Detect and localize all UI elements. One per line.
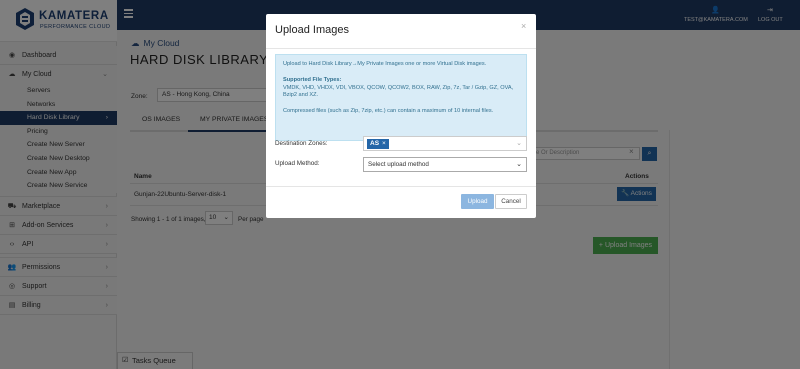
cancel-button[interactable]: Cancel: [495, 194, 527, 209]
zone-tag-label: AS: [370, 140, 380, 147]
upload-images-modal: Upload Images × Upload to Hard Disk Libr…: [266, 14, 536, 218]
info-types: VMDK, VHD, VHDX, VDI, VBOX, QCOW, QCOW2,…: [283, 84, 514, 99]
modal-header-divider: [266, 48, 536, 49]
upload-method-label: Upload Method:: [275, 160, 320, 167]
chevron-down-icon: ⌄: [516, 140, 522, 147]
info-note: Compressed files (such as Zip, 7zip, etc…: [283, 108, 494, 115]
info-box: Upload to Hard Disk Library→My Private I…: [275, 54, 527, 141]
modal-footer-divider: [266, 186, 536, 187]
remove-tag-icon[interactable]: ×: [382, 140, 386, 147]
close-icon[interactable]: ×: [521, 21, 526, 31]
zone-tag[interactable]: AS ×: [367, 139, 389, 149]
info-intro: Upload to Hard Disk Library→My Private I…: [283, 61, 487, 67]
upload-method-select[interactable]: Select upload method ⌄: [363, 157, 527, 172]
modal-title: Upload Images: [275, 24, 349, 36]
destination-zones-input[interactable]: AS × ⌄: [363, 136, 527, 151]
destination-zones-label: Destination Zones:: [275, 140, 328, 147]
chevron-down-icon: ⌄: [516, 161, 522, 168]
upload-button[interactable]: Upload: [461, 194, 494, 209]
info-types-title: Supported File Types:: [283, 76, 342, 83]
upload-method-value: Select upload method: [368, 161, 429, 168]
